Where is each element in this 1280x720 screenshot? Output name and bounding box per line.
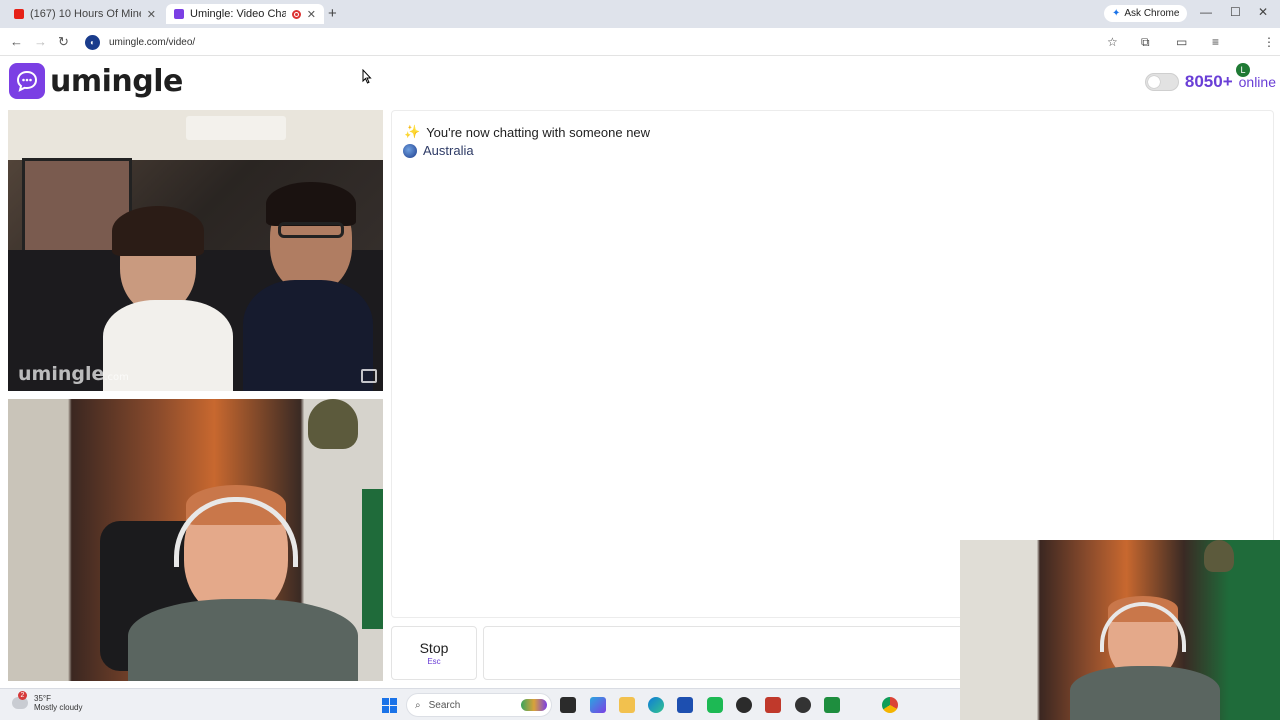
tab-title: Umingle: Video Chat with St [190, 8, 286, 20]
youtube-icon [14, 9, 24, 19]
close-tab-icon[interactable]: ✕ [147, 8, 156, 21]
stop-button[interactable]: Stop Esc [391, 626, 477, 680]
online-count: 8050+ [1184, 72, 1233, 91]
url-text: umingle.com/video/ [109, 36, 196, 48]
menu-icon[interactable]: ⋮ [1263, 35, 1275, 49]
mouse-cursor-icon [362, 69, 372, 84]
search-icon: ⌕ [415, 699, 421, 711]
online-label: online [1238, 74, 1276, 90]
weather-temp: 35°F [34, 694, 51, 703]
stop-label: Stop [419, 640, 449, 656]
minimize-icon[interactable]: — [1200, 5, 1212, 19]
close-window-icon[interactable]: ✕ [1258, 5, 1268, 19]
windows-taskbar: 2 35°F Mostly cloudy ⌕ Search [0, 688, 960, 720]
webcam-overlay [960, 540, 1280, 720]
sparkle-icon: ✨ [404, 124, 421, 139]
tab-youtube[interactable]: (167) 10 Hours Of Minecraft M ✕ [6, 4, 164, 24]
chrome-icon[interactable] [882, 697, 898, 713]
store-icon[interactable] [677, 697, 693, 713]
stranger-country: Australia [403, 143, 474, 158]
edge-icon[interactable] [648, 697, 664, 713]
windows-start-icon[interactable] [382, 698, 397, 713]
logo-text: umingle [50, 63, 183, 99]
site-info-icon[interactable]: ◐ [85, 34, 100, 50]
file-explorer-icon[interactable] [619, 697, 635, 713]
browser-tab-strip: (167) 10 Hours Of Minecraft M ✕ Umingle:… [0, 0, 1280, 28]
cloud-icon: 2 [12, 691, 28, 709]
system-message: ✨ You're now chatting with someone new [404, 124, 650, 140]
video-editor-icon[interactable] [765, 697, 781, 713]
search-highlight-icon [521, 699, 547, 711]
stranger-video: umingle.com [8, 110, 383, 391]
app-icon[interactable] [707, 697, 723, 713]
cast-icon[interactable]: ▭ [1176, 35, 1187, 49]
maximize-icon[interactable]: ☐ [1230, 5, 1241, 19]
weather-desc: Mostly cloudy [34, 703, 83, 712]
self-video [8, 399, 383, 681]
ask-chrome-button[interactable]: ✦ Ask Chrome [1104, 5, 1188, 22]
video-watermark: umingle.com [18, 363, 129, 385]
system-message-text: You're now chatting with someone new [426, 124, 651, 140]
copilot-icon[interactable] [590, 697, 606, 713]
weather-widget[interactable]: 2 35°F Mostly cloudy [12, 691, 83, 712]
recording-icon [291, 9, 301, 19]
report-flag-icon[interactable] [361, 369, 377, 383]
reload-icon[interactable]: ↻ [58, 34, 69, 50]
new-tab-button[interactable]: + [328, 5, 337, 22]
umingle-icon [174, 9, 184, 19]
tab-title: (167) 10 Hours Of Minecraft M [30, 8, 141, 20]
media-icon[interactable]: ≡ [1212, 35, 1219, 49]
notification-badge: 2 [18, 691, 27, 700]
theme-toggle[interactable] [1144, 73, 1179, 91]
search-placeholder: Search [428, 699, 461, 711]
close-tab-icon[interactable]: ✕ [307, 8, 316, 21]
forward-icon[interactable]: → [34, 34, 47, 49]
browser-toolbar: ← → ↻ ◐ umingle.com/video/ ☆ ⧉ ▭ ≡ L ⋮ [0, 28, 1280, 77]
country-label: Australia [423, 143, 474, 158]
bookmark-star-icon[interactable]: ☆ [1107, 35, 1118, 49]
ask-chrome-label: Ask Chrome [1124, 8, 1180, 19]
stop-shortcut-hint: Esc [427, 657, 441, 666]
capture-icon[interactable] [795, 697, 811, 713]
address-bar[interactable]: ◐ umingle.com/video/ [80, 31, 1130, 53]
excel-icon[interactable] [824, 697, 840, 713]
online-status: 8050+ online [1144, 72, 1276, 92]
sparkle-icon: ✦ [1112, 8, 1121, 19]
globe-icon [403, 143, 417, 158]
site-logo[interactable]: umingle [9, 63, 183, 99]
obs-icon[interactable] [736, 697, 752, 713]
back-icon[interactable]: ← [10, 34, 23, 49]
tab-umingle[interactable]: Umingle: Video Chat with St ✕ [166, 4, 324, 24]
chat-bubble-icon [9, 63, 45, 99]
taskbar-search[interactable]: ⌕ Search [406, 693, 552, 717]
extensions-icon[interactable]: ⧉ [1141, 35, 1150, 50]
task-view-icon[interactable] [560, 697, 576, 713]
